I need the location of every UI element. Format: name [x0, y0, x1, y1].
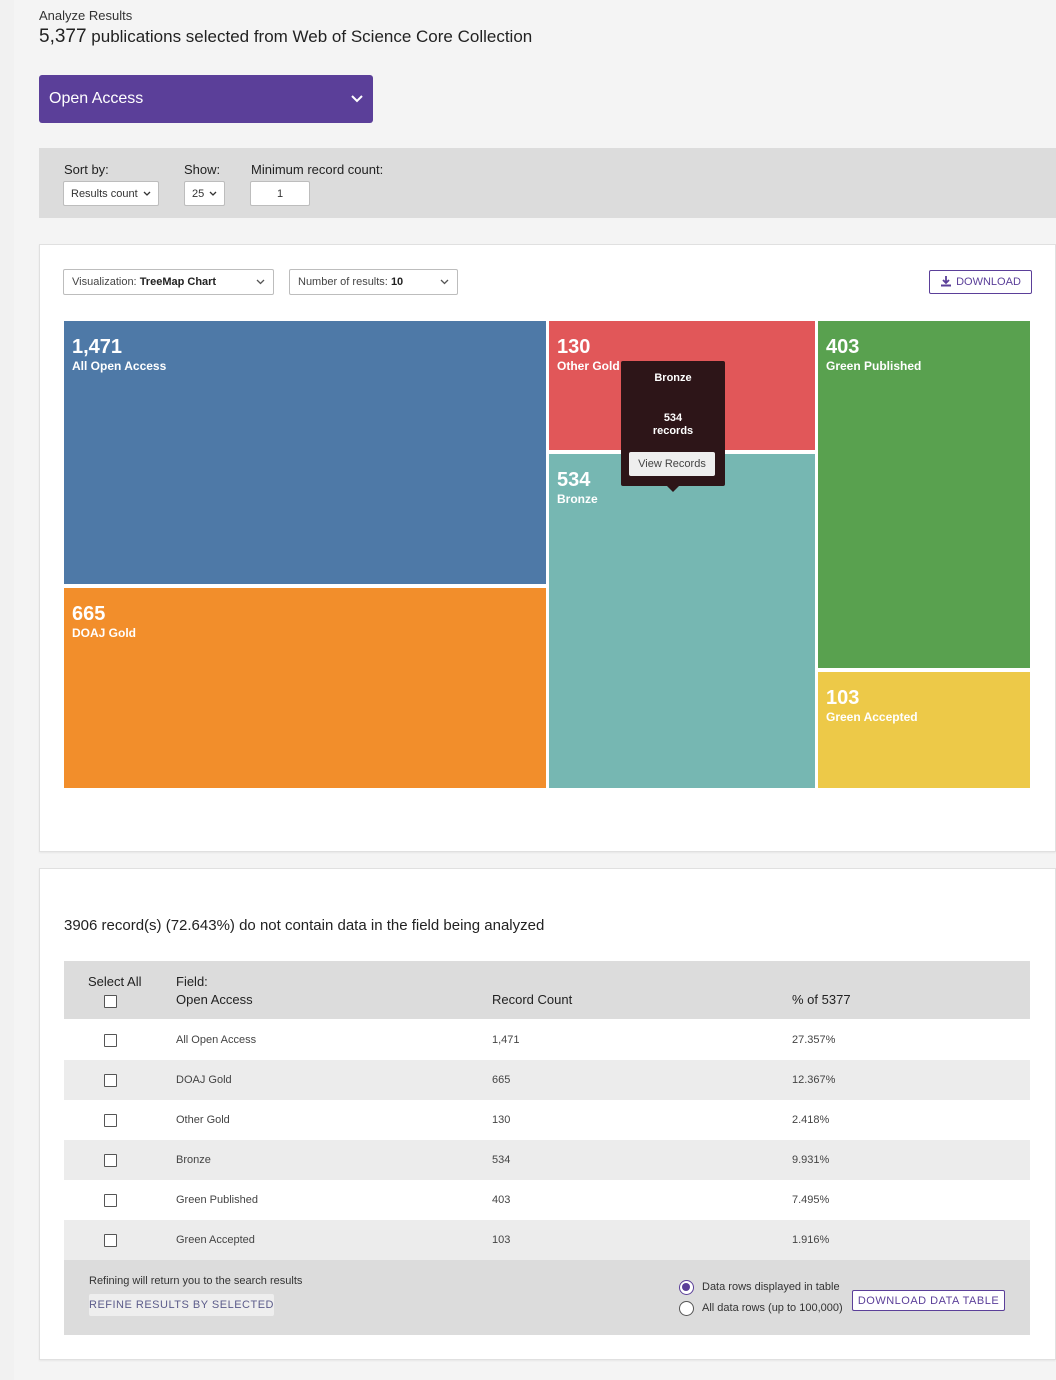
sort-value: Results count	[71, 187, 138, 200]
table-footer: Refining will return you to the search r…	[64, 1260, 1030, 1335]
tile-value: 1,471	[72, 336, 123, 358]
view-records-button[interactable]: View Records	[629, 452, 715, 476]
tooltip-unit: records	[652, 425, 694, 437]
refine-results-button[interactable]: REFINE RESULTS BY SELECTED	[89, 1294, 274, 1316]
treemap-tooltip: Bronze 534 records View Records	[621, 361, 725, 492]
min-count-label: Minimum record count:	[251, 162, 384, 177]
treemap-tile-green-published[interactable]: 403 Green Published	[818, 321, 1030, 668]
chevron-down-icon	[143, 188, 151, 200]
number-of-results-select[interactable]: Number of results: 10	[289, 269, 458, 295]
treemap-tile-doaj-gold[interactable]: 665 DOAJ Gold	[64, 588, 546, 788]
results-headline: 5,377 publications selected from Web of …	[39, 26, 532, 48]
row-count: 665	[492, 1074, 511, 1086]
field-name: Open Access	[176, 992, 253, 1007]
tooltip-count: 534	[663, 412, 683, 424]
table-row: DOAJ Gold 665 12.367%	[64, 1060, 1030, 1100]
row-name: Green Published	[176, 1194, 258, 1206]
show-select[interactable]: 25	[184, 181, 225, 206]
tooltip-title: Bronze	[654, 372, 692, 384]
row-checkbox[interactable]	[104, 1233, 117, 1247]
tile-value: 103	[826, 687, 860, 709]
tile-label: Bronze	[557, 492, 598, 506]
tile-label: Green Published	[826, 359, 922, 373]
row-checkbox[interactable]	[104, 1113, 117, 1127]
results-summary: publications selected from Web of Scienc…	[91, 27, 533, 46]
refine-note: Refining will return you to the search r…	[89, 1275, 303, 1287]
breadcrumb: Analyze Results	[39, 8, 133, 23]
table-row: Green Accepted 103 1.916%	[64, 1220, 1030, 1260]
row-checkbox[interactable]	[104, 1073, 117, 1087]
row-name: All Open Access	[176, 1034, 257, 1046]
row-count: 1,471	[492, 1034, 520, 1046]
table-header: Select All Field: Open Access Record Cou…	[64, 961, 1030, 1019]
number-of-results-prefix: Number of results:	[298, 276, 388, 288]
row-percent: 2.418%	[792, 1114, 830, 1126]
table-row: Bronze 534 9.931%	[64, 1140, 1030, 1180]
row-name: Other Gold	[176, 1114, 230, 1126]
field-selector-label: Open Access	[49, 90, 144, 107]
row-name: Green Accepted	[176, 1234, 255, 1246]
column-record-count: Record Count	[492, 992, 573, 1007]
column-percent: % of 5377	[792, 992, 851, 1007]
chevron-down-icon	[351, 92, 363, 106]
radio-all-label: All data rows (up to 100,000)	[702, 1302, 843, 1314]
row-checkbox[interactable]	[104, 1033, 117, 1047]
tile-value: 534	[557, 469, 591, 491]
sort-select[interactable]: Results count	[63, 181, 159, 206]
row-percent: 12.367%	[792, 1074, 836, 1086]
download-icon	[940, 275, 952, 290]
chevron-down-icon	[209, 188, 217, 200]
number-of-results-value: 10	[390, 276, 404, 288]
row-count: 130	[492, 1114, 511, 1126]
download-label: DOWNLOAD	[956, 276, 1021, 288]
row-name: Bronze	[176, 1154, 211, 1166]
row-count: 103	[492, 1234, 511, 1246]
row-percent: 1.916%	[792, 1234, 830, 1246]
chevron-down-icon	[440, 276, 449, 288]
download-button[interactable]: DOWNLOAD	[929, 270, 1032, 294]
missing-data-note: 3906 record(s) (72.643%) do not contain …	[64, 917, 545, 934]
row-count: 403	[492, 1194, 511, 1206]
table-row: Green Published 403 7.495%	[64, 1180, 1030, 1220]
row-percent: 9.931%	[792, 1154, 830, 1166]
tile-label: Green Accepted	[826, 710, 918, 724]
row-checkbox[interactable]	[104, 1153, 117, 1167]
treemap-tile-bronze[interactable]: 534 Bronze	[549, 454, 815, 788]
table-row: Other Gold 130 2.418%	[64, 1100, 1030, 1140]
row-percent: 27.357%	[792, 1034, 836, 1046]
row-count: 534	[492, 1154, 511, 1166]
sort-label: Sort by:	[64, 162, 109, 177]
show-value: 25	[192, 187, 205, 200]
show-label: Show:	[184, 162, 221, 177]
row-checkbox[interactable]	[104, 1193, 117, 1207]
radio-displayed-label: Data rows displayed in table	[702, 1281, 840, 1293]
analyze-results-page: Analyze Results 5,377 publications selec…	[14, 0, 1056, 1380]
table-row: All Open Access 1,471 27.357%	[64, 1020, 1030, 1060]
treemap-tile-green-accepted[interactable]: 103 Green Accepted	[818, 672, 1030, 788]
radio-all-rows[interactable]	[679, 1301, 694, 1316]
tile-value: 130	[557, 336, 591, 358]
field-label: Field:	[176, 974, 208, 989]
results-count: 5,377	[39, 26, 87, 47]
select-all-label: Select All	[88, 974, 142, 989]
min-count-input[interactable]: 1	[250, 181, 310, 206]
visualization-prefix: Visualization:	[72, 276, 137, 288]
row-name: DOAJ Gold	[176, 1074, 232, 1086]
tile-label: All Open Access	[72, 359, 167, 373]
select-all-checkbox[interactable]	[104, 995, 117, 1008]
tile-label: DOAJ Gold	[72, 626, 137, 640]
tile-value: 665	[72, 603, 106, 625]
radio-displayed-rows[interactable]	[679, 1280, 694, 1295]
visualization-select[interactable]: Visualization: TreeMap Chart	[63, 269, 274, 295]
filter-bar: Sort by: Results count Show: 25 Minimum …	[39, 148, 1056, 218]
download-data-table-button[interactable]: DOWNLOAD DATA TABLE	[852, 1290, 1005, 1311]
field-selector-dropdown[interactable]: Open Access	[39, 75, 373, 123]
treemap-tile-all-open-access[interactable]: 1,471 All Open Access	[64, 321, 546, 584]
min-count-value: 1	[276, 187, 284, 200]
tile-label: Other Gold	[557, 359, 620, 373]
row-percent: 7.495%	[792, 1194, 830, 1206]
tile-value: 403	[826, 336, 860, 358]
visualization-value: TreeMap Chart	[139, 276, 217, 288]
chevron-down-icon	[256, 276, 265, 288]
